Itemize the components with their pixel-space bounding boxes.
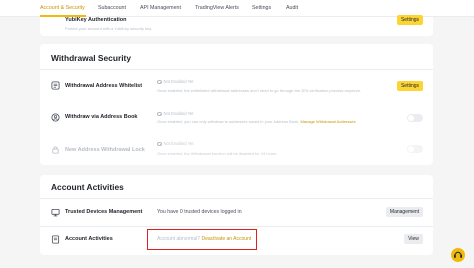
info-icon [157, 111, 162, 116]
account-activities-label: Account Activities [65, 236, 113, 242]
withdrawal-lock-description: Once enabled, the Withdrawal function wi… [157, 151, 277, 156]
manage-withdrawal-addresses-link[interactable]: Manage Withdrawal Addresses [300, 119, 355, 124]
withdrawal-lock-row: New Address Withdrawal Lock Not Enabled … [40, 132, 433, 165]
withdrawal-security-card: Withdrawal Security Withdrawal Address W… [40, 44, 433, 165]
tab-subaccount[interactable]: Subaccount [98, 5, 126, 11]
tab-account-security[interactable]: Account & Security [40, 5, 85, 11]
view-button[interactable]: View [404, 234, 423, 244]
trusted-devices-row: Trusted Devices Management You have 0 tr… [40, 199, 433, 225]
address-book-status: Not Enabled Yet [157, 111, 194, 116]
address-list-icon [51, 81, 60, 90]
withdrawal-security-title: Withdrawal Security [51, 53, 131, 63]
yubikey-settings-button[interactable]: Settings [397, 15, 423, 25]
headset-icon [454, 251, 462, 258]
tab-settings[interactable]: Settings [252, 5, 271, 11]
address-book-toggle[interactable] [407, 114, 423, 122]
address-book-label: Withdraw via Address Book [65, 114, 138, 120]
toggle-knob [408, 115, 414, 121]
toggle-knob [408, 146, 414, 152]
device-icon [51, 208, 60, 217]
highlight-annotation [147, 229, 257, 250]
whitelist-status: Not Enabled Yet [157, 79, 194, 84]
whitelist-description: Once enabled, the whitelisted withdrawal… [157, 88, 362, 93]
withdrawal-lock-status: Not Enabled Yet [157, 141, 194, 146]
tab-api-management[interactable]: API Management [140, 5, 181, 11]
address-book-row: Withdraw via Address Book Not Enabled Ye… [40, 102, 433, 132]
yubikey-card: YubiKey Authentication Protect your acco… [40, 15, 433, 36]
withdrawal-lock-toggle[interactable] [407, 145, 423, 153]
activity-icon [51, 235, 60, 244]
tab-audit[interactable]: Audit [286, 5, 298, 11]
withdrawal-lock-label: New Address Withdrawal Lock [65, 147, 145, 153]
yubikey-description: Protect your account with a YubiKey secu… [65, 26, 153, 31]
lock-icon [52, 146, 59, 154]
address-book-description: Once enabled, you can only withdraw to a… [157, 119, 356, 124]
whitelist-row: Withdrawal Address Whitelist Not Enabled… [40, 70, 433, 102]
yubikey-label: YubiKey Authentication [65, 17, 127, 23]
address-book-icon [51, 113, 60, 122]
management-button[interactable]: Management [386, 207, 423, 217]
info-icon [157, 141, 162, 146]
whitelist-label: Withdrawal Address Whitelist [65, 83, 143, 89]
tab-tradingview-alerts[interactable]: TradingView Alerts [195, 5, 239, 11]
trusted-devices-count: You have 0 trusted devices logged in [157, 209, 242, 215]
trusted-devices-label: Trusted Devices Management [65, 209, 143, 215]
support-chat-button[interactable] [451, 248, 465, 262]
whitelist-settings-button[interactable]: Settings [397, 81, 423, 91]
account-activities-title: Account Activities [51, 182, 124, 192]
info-icon [157, 79, 162, 84]
